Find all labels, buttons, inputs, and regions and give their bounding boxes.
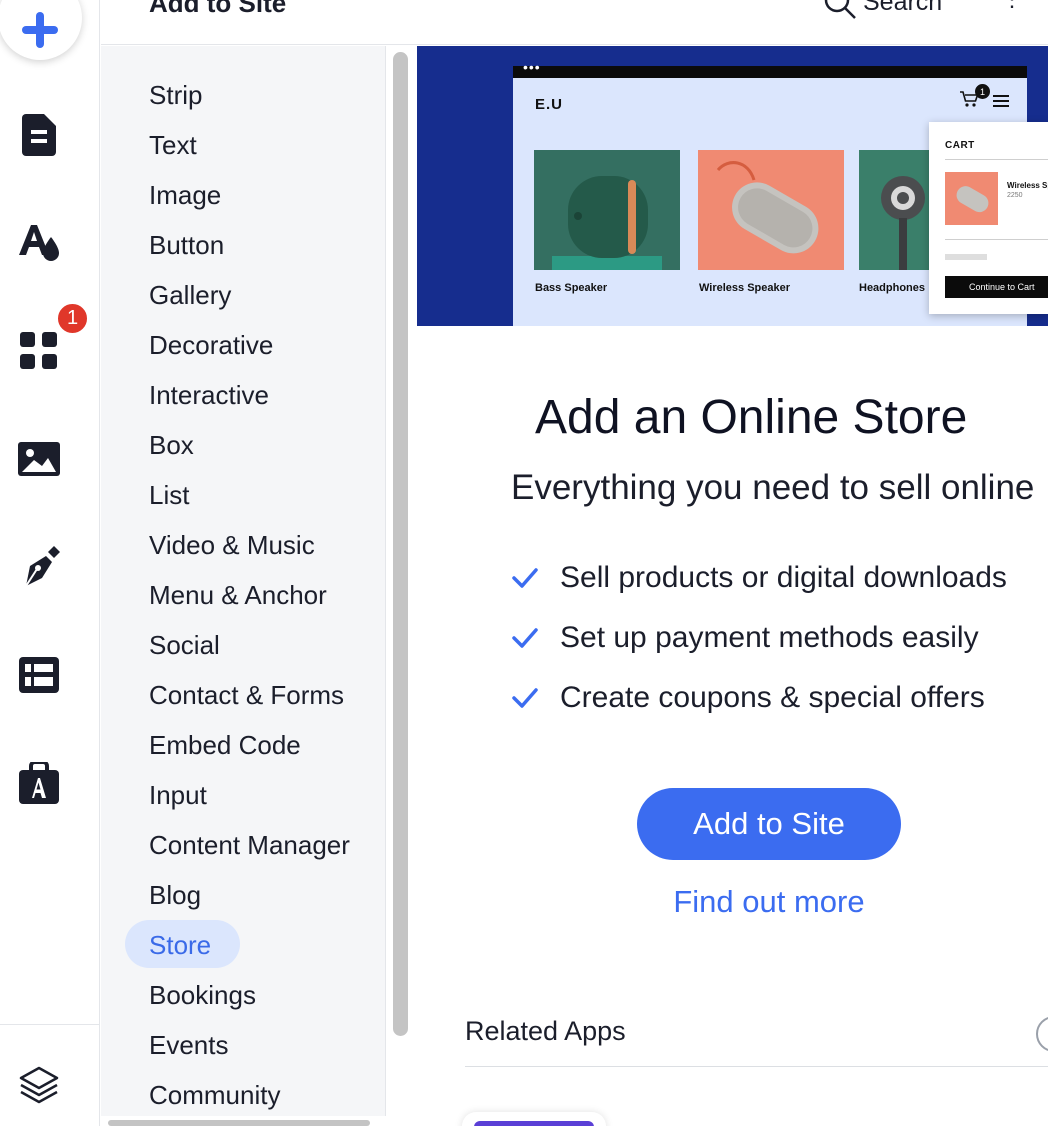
theme-button[interactable]: [14, 218, 64, 268]
feature-item: Set up payment methods easily: [510, 618, 979, 658]
cart-item-thumbnail: [945, 172, 998, 225]
page-subtitle: Everything you need to sell online: [511, 468, 1035, 507]
checkmark-icon: [512, 628, 538, 648]
product-name: Bass Speaker: [535, 282, 608, 294]
panel-title: Add to Site: [149, 0, 287, 18]
category-list: Strip Text Image Button Gallery Decorati…: [101, 46, 386, 1116]
search-label[interactable]: Search: [863, 0, 942, 17]
category-item[interactable]: Box: [149, 430, 194, 460]
mock-window-bar: •••: [513, 59, 1027, 78]
cart-item-name: Wireless Speaker: [1007, 181, 1048, 190]
category-item[interactable]: Gallery: [149, 280, 231, 310]
plus-icon: [22, 12, 58, 48]
category-item[interactable]: Embed Code: [149, 730, 301, 760]
checkmark-icon: [512, 568, 538, 588]
scrollbar-thumb[interactable]: [393, 52, 408, 1036]
feature-text: Create coupons & special offers: [560, 681, 985, 714]
category-item[interactable]: Video & Music: [149, 530, 315, 560]
add-to-site-button[interactable]: Add to Site: [637, 788, 901, 860]
apps-grid-icon: [20, 332, 57, 369]
category-item[interactable]: Contact & Forms: [149, 680, 344, 710]
pages-button[interactable]: [14, 110, 64, 160]
search-icon[interactable]: [823, 0, 857, 20]
cart-item-price: 2250: [1007, 192, 1023, 199]
category-item[interactable]: Button: [149, 230, 224, 260]
category-item[interactable]: Events: [149, 1030, 229, 1060]
find-out-more-link[interactable]: Find out more: [637, 884, 901, 920]
category-item[interactable]: Bookings: [149, 980, 256, 1010]
category-item[interactable]: Community: [149, 1080, 280, 1110]
feature-item: Create coupons & special offers: [510, 678, 985, 718]
business-button[interactable]: [14, 758, 64, 808]
category-item-store[interactable]: Store: [149, 930, 211, 960]
portable-speaker-illustration: [698, 150, 844, 270]
category-item[interactable]: Strip: [149, 80, 202, 110]
app-icon: [474, 1121, 594, 1126]
page-icon: [22, 114, 56, 156]
feature-item: Sell products or digital downloads: [510, 558, 1007, 598]
category-item[interactable]: Decorative: [149, 330, 273, 360]
category-item[interactable]: Image: [149, 180, 221, 210]
product-name: Wireless Speaker: [699, 282, 791, 294]
feature-text: Sell products or digital downloads: [560, 561, 1007, 594]
category-item[interactable]: Social: [149, 630, 220, 660]
table-icon: [19, 657, 59, 693]
cms-button[interactable]: [14, 650, 64, 700]
cart-count-badge: 1: [975, 84, 990, 99]
divider: [945, 239, 1048, 240]
apps-button[interactable]: [14, 326, 64, 376]
horizontal-scrollbar[interactable]: [108, 1120, 370, 1126]
checkmark-icon: [512, 688, 538, 708]
product-image-wireless-speaker: [698, 150, 844, 270]
divider: [945, 159, 1048, 160]
rail-divider: [0, 1024, 100, 1025]
product-name: Headphones: [859, 282, 926, 294]
panel-header: Add to Site Search ⋮: [101, 0, 1048, 45]
more-options-icon[interactable]: ⋮: [1001, 0, 1023, 12]
media-button[interactable]: [14, 434, 64, 484]
image-icon: [18, 442, 60, 476]
page-title: Add an Online Store: [535, 391, 968, 444]
speaker-illustration: [534, 150, 680, 270]
layers-button[interactable]: [14, 1060, 64, 1110]
category-item[interactable]: Menu & Anchor: [149, 580, 327, 610]
placeholder-bar: [945, 254, 987, 260]
category-item[interactable]: List: [149, 480, 189, 510]
category-item[interactable]: Text: [149, 130, 197, 160]
product-image-bass-speaker: [534, 150, 680, 270]
related-apps-heading: Related Apps: [465, 1016, 626, 1046]
pen-icon: [25, 546, 60, 587]
cart-popup-title: CART: [945, 140, 975, 151]
category-item[interactable]: Interactive: [149, 380, 269, 410]
layers-icon: [19, 1066, 59, 1104]
window-dots-icon: •••: [523, 59, 541, 75]
related-apps-arrow-button[interactable]: [1036, 1016, 1048, 1052]
cart-popup: CART Wireless Speaker 2250 Continue to C…: [929, 122, 1048, 314]
continue-to-cart-button: Continue to Cart: [945, 276, 1048, 298]
text-color-icon: [19, 225, 59, 261]
pen-tool-button[interactable]: [14, 542, 64, 592]
category-item[interactable]: Input: [149, 780, 207, 810]
hamburger-icon: [993, 95, 1009, 107]
feature-text: Set up payment methods easily: [560, 621, 979, 654]
category-item[interactable]: Content Manager: [149, 830, 350, 860]
briefcase-icon: [19, 762, 59, 804]
divider: [465, 1066, 1048, 1067]
left-rail: 1: [0, 0, 100, 1126]
speaker-thumbnail-icon: [956, 186, 989, 213]
mock-brand: E.U: [535, 96, 564, 113]
category-item[interactable]: Blog: [149, 880, 201, 910]
add-elements-button[interactable]: [0, 0, 82, 60]
notification-badge: 1: [56, 302, 89, 335]
